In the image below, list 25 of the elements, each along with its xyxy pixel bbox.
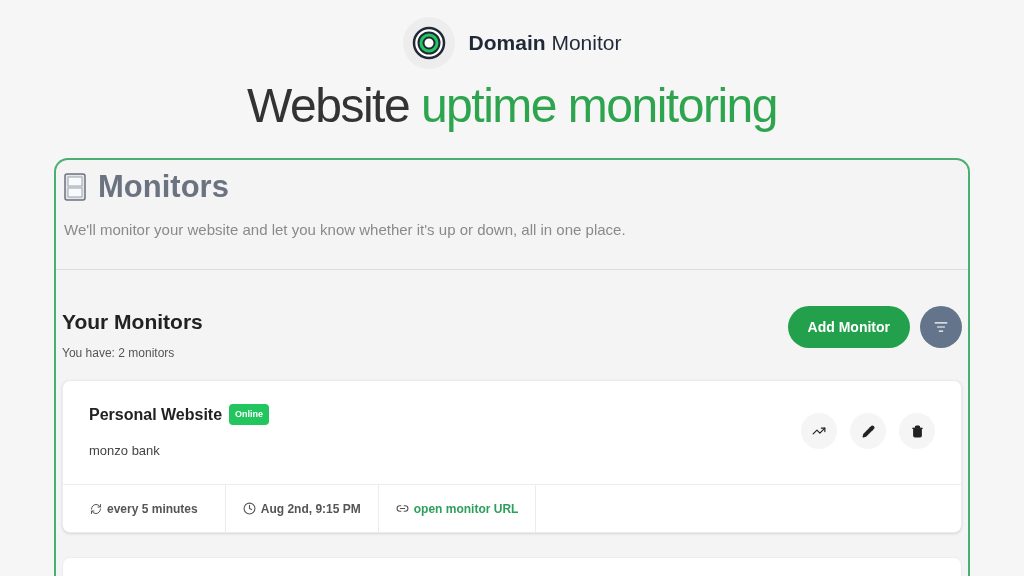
monitor-description: monzo bank — [89, 441, 161, 460]
section-title: Your Monitors — [62, 309, 203, 335]
chart-button[interactable] — [801, 413, 837, 450]
pencil-icon — [861, 424, 875, 438]
brand-name: Domain Monitor — [468, 30, 622, 57]
time-text: Aug 2nd, 9:15 PM — [260, 500, 361, 518]
interval-text: every 5 minutes — [107, 500, 198, 518]
clock-icon — [242, 502, 256, 515]
monitor-name: Personal Website — [89, 404, 223, 425]
file-cabinet-icon — [64, 173, 86, 202]
panel-description: We'll monitor your website and let you know whether it's up or down, all in one place. — [64, 219, 627, 240]
monitor-count: You have: 2 monitors — [62, 344, 176, 362]
headline: Website uptime monitoring — [247, 78, 777, 134]
edit-button[interactable] — [850, 413, 886, 450]
filter-button[interactable] — [920, 306, 962, 348]
link-icon — [395, 502, 409, 515]
monitor-url-link[interactable]: open monitor URL — [413, 499, 519, 518]
delete-button[interactable] — [899, 413, 935, 450]
add-monitor-button[interactable]: Add Monitor — [787, 306, 910, 348]
target-logo-icon — [411, 26, 446, 60]
refresh-icon — [90, 502, 102, 515]
trash-icon — [910, 424, 924, 438]
filter-icon — [934, 320, 948, 334]
panel-title: Monitors — [98, 168, 229, 206]
status-badge: Online — [229, 403, 270, 426]
